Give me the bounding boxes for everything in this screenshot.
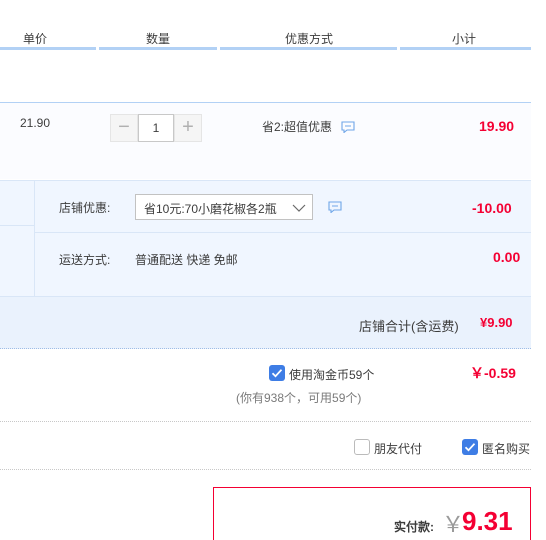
quantity-stepper[interactable]: − + xyxy=(110,114,202,142)
item-row xyxy=(0,102,531,179)
header-underline xyxy=(220,47,397,50)
shop-discount-amount: -10.00 xyxy=(472,200,512,216)
shipping-label: 运送方式: xyxy=(59,253,111,267)
shop-discount-select[interactable]: 省10元:70小磨花椒各2瓶 xyxy=(135,194,313,220)
chat-icon[interactable] xyxy=(328,201,342,216)
divider xyxy=(34,232,531,233)
header-unit-price: 单价 xyxy=(23,32,48,46)
coin-label: 使用淘金币59个 xyxy=(289,368,375,382)
header-underline xyxy=(400,47,531,50)
pay-currency: ￥ xyxy=(442,512,465,537)
chevron-down-icon xyxy=(292,202,306,212)
friend-pay-checkbox[interactable] xyxy=(354,439,370,455)
shop-discount-select-value: 省10元:70小磨花椒各2瓶 xyxy=(144,202,277,216)
pay-amount: 9.31 xyxy=(462,506,513,536)
shipping-value: 普通配送 快递 免邮 xyxy=(135,253,238,267)
shop-total-amount: ¥9.90 xyxy=(480,315,513,330)
coin-note: (你有938个，可用59个) xyxy=(236,391,362,405)
divider xyxy=(0,421,531,422)
divider xyxy=(0,225,34,226)
anonymous-label: 匿名购买 xyxy=(482,442,531,456)
unit-price: 21.90 xyxy=(20,116,51,130)
quantity-minus-button[interactable]: − xyxy=(110,114,138,142)
quantity-plus-button[interactable]: + xyxy=(174,114,202,142)
check-icon xyxy=(464,443,476,452)
coin-checkbox[interactable] xyxy=(269,365,285,381)
divider xyxy=(0,469,531,470)
pay-label: 实付款: xyxy=(394,520,434,534)
shop-discount-label: 店铺优惠: xyxy=(59,201,111,215)
coin-amount: ￥-0.59 xyxy=(470,365,516,381)
right-margin xyxy=(531,0,546,540)
item-promo: 省2:超值优惠 xyxy=(262,120,333,134)
chat-icon[interactable] xyxy=(341,121,355,136)
quantity-input[interactable] xyxy=(138,114,174,142)
header-quantity: 数量 xyxy=(146,32,171,46)
shop-total-label: 店铺合计(含运费) xyxy=(359,319,459,334)
header-subtotal: 小计 xyxy=(452,32,477,46)
header-underline xyxy=(99,47,217,50)
anonymous-checkbox[interactable] xyxy=(462,439,478,455)
header-discount: 优惠方式 xyxy=(285,32,334,46)
check-icon xyxy=(271,369,283,378)
header-underline xyxy=(0,47,96,50)
shipping-amount: 0.00 xyxy=(493,249,521,265)
item-subtotal: 19.90 xyxy=(479,118,515,134)
friend-pay-label: 朋友代付 xyxy=(374,442,423,456)
